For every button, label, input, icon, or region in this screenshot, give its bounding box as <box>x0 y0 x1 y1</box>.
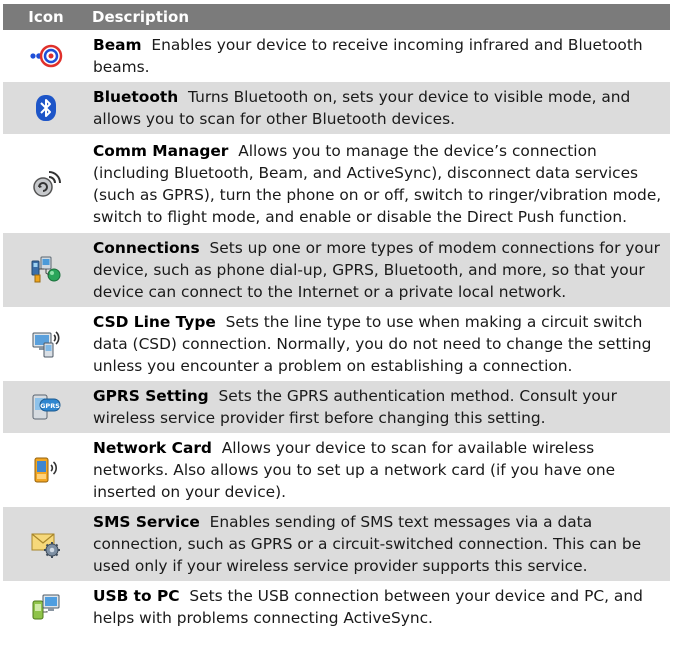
row-text: Enables your device to receive incoming … <box>93 36 643 76</box>
icon-cell: GPRS <box>3 392 89 422</box>
icon-cell <box>3 94 89 122</box>
beam-icon <box>30 44 63 68</box>
icon-cell <box>3 42 89 70</box>
table-row-network-card: Network Card Allows your device to scan … <box>3 433 670 507</box>
row-title: Connections <box>93 239 200 257</box>
row-description: Comm Manager Allows you to manage the de… <box>89 136 670 232</box>
icon-column-header: Icon <box>28 8 64 26</box>
row-description: CSD Line Type Sets the line type to use … <box>89 307 670 381</box>
row-description: SMS Service Enables sending of SMS text … <box>89 507 670 581</box>
row-title: Network Card <box>93 439 212 457</box>
settings-table: Icon Description Beam Enables your devic… <box>3 4 670 633</box>
table-row-csd-line-type: CSD Line Type Sets the line type to use … <box>3 307 670 381</box>
row-title: Beam <box>93 36 142 54</box>
icon-cell <box>3 255 89 285</box>
gprs-badge-label: GPRS <box>40 402 60 410</box>
row-description: GPRS Setting Sets the GPRS authenticatio… <box>89 381 670 433</box>
row-description: Bluetooth Turns Bluetooth on, sets your … <box>89 82 670 134</box>
table-row-sms-service: SMS Service Enables sending of SMS text … <box>3 507 670 581</box>
connections-icon <box>31 256 61 283</box>
bluetooth-icon <box>36 95 56 121</box>
icon-cell <box>3 169 89 199</box>
table-header: Icon Description <box>3 4 670 30</box>
row-title: GPRS Setting <box>93 387 209 405</box>
row-title: USB to PC <box>93 587 180 605</box>
comm-manager-icon <box>33 170 61 197</box>
description-column-header: Description <box>92 8 190 26</box>
row-title: Comm Manager <box>93 141 229 160</box>
row-description: Network Card Allows your device to scan … <box>89 433 670 507</box>
table-row-bluetooth: Bluetooth Turns Bluetooth on, sets your … <box>3 82 670 134</box>
table-row-comm-manager: Comm Manager Allows you to manage the de… <box>3 134 670 233</box>
row-description: Connections Sets up one or more types of… <box>89 233 670 307</box>
table-row-gprs-setting: GPRS GPRS Setting Sets the GPRS authenti… <box>3 381 670 433</box>
row-title: CSD Line Type <box>93 313 216 331</box>
icon-cell <box>3 455 89 485</box>
table-row-beam: Beam Enables your device to receive inco… <box>3 30 670 82</box>
network-card-icon <box>34 457 58 483</box>
usb-to-pc-icon <box>32 594 60 620</box>
table-row-usb-to-pc: USB to PC Sets the USB connection betwee… <box>3 581 670 633</box>
icon-cell <box>3 529 89 559</box>
icon-cell <box>3 592 89 622</box>
table-row-connections: Connections Sets up one or more types of… <box>3 233 670 307</box>
icon-cell <box>3 329 89 359</box>
row-title: Bluetooth <box>93 88 179 106</box>
row-description: USB to PC Sets the USB connection betwee… <box>89 581 670 633</box>
sms-service-icon <box>31 533 60 558</box>
csd-line-type-icon <box>32 331 60 358</box>
gprs-setting-icon: GPRS <box>32 394 61 420</box>
row-title: SMS Service <box>93 513 200 531</box>
row-description: Beam Enables your device to receive inco… <box>89 30 670 82</box>
